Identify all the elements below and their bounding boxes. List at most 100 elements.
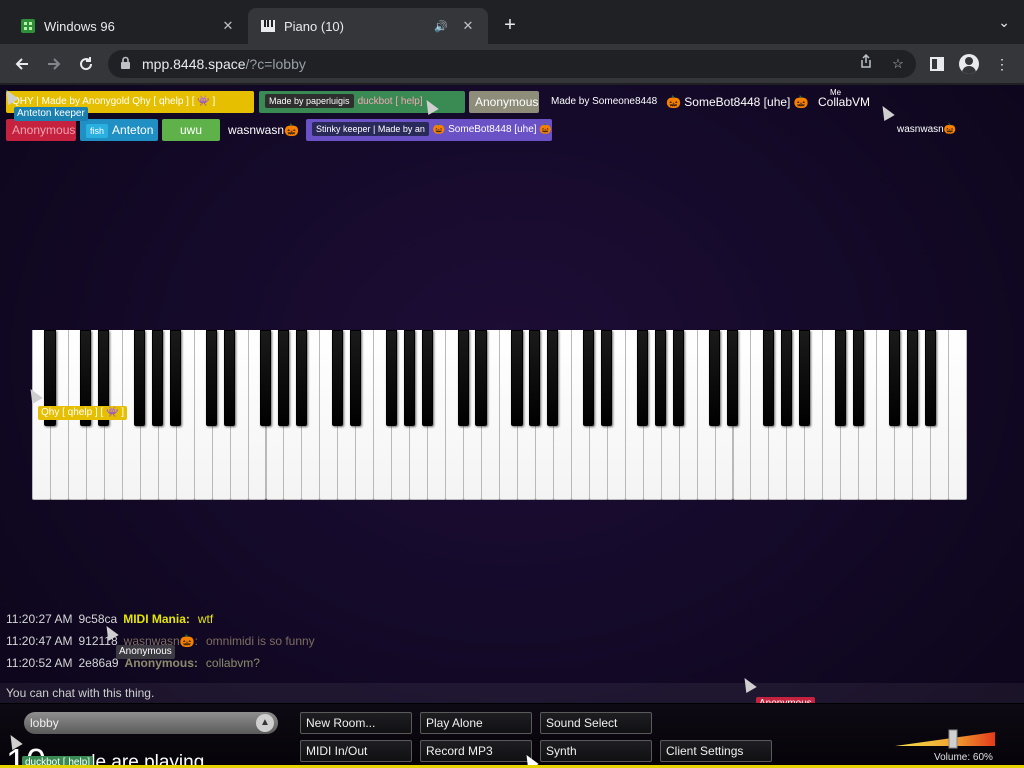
- synth-button[interactable]: Synth: [540, 740, 652, 762]
- tab-windows96[interactable]: Windows 96 ✕: [8, 8, 248, 44]
- chat-user-name: MIDI Mania:: [123, 612, 190, 626]
- play-alone-button[interactable]: Play Alone: [420, 712, 532, 734]
- room-name: lobby: [30, 716, 59, 730]
- room-select[interactable]: lobby ▲: [24, 712, 278, 734]
- black-key[interactable]: [888, 330, 900, 426]
- black-key[interactable]: [583, 330, 595, 426]
- white-key[interactable]: [948, 330, 967, 500]
- user-name: uwu: [179, 123, 202, 137]
- black-key[interactable]: [349, 330, 361, 426]
- new-room-button[interactable]: New Room...: [300, 712, 412, 734]
- me-label: Me: [830, 88, 842, 97]
- cursor-label: Anonymous: [116, 645, 175, 659]
- share-icon[interactable]: [856, 53, 876, 74]
- piano-page: QHY | Made by Anonygold Qhy [ qhelp ] [ …: [0, 85, 1024, 768]
- black-key[interactable]: [421, 330, 433, 426]
- profile-avatar-icon[interactable]: [957, 52, 981, 76]
- black-key[interactable]: [655, 330, 667, 426]
- black-key[interactable]: [834, 330, 846, 426]
- client-settings-button[interactable]: Client Settings: [660, 740, 772, 762]
- black-key[interactable]: [798, 330, 810, 426]
- back-icon[interactable]: [10, 52, 34, 76]
- user-badge[interactable]: Stinky keeper | Made by an 🎃 SomeBot8448 …: [306, 119, 552, 141]
- user-list: QHY | Made by Anonygold Qhy [ qhelp ] [ …: [0, 85, 1024, 145]
- black-key[interactable]: [780, 330, 792, 426]
- close-icon[interactable]: ✕: [460, 18, 476, 34]
- black-key[interactable]: [475, 330, 487, 426]
- black-key[interactable]: [547, 330, 559, 426]
- cursor-label: Anteton keeper: [14, 107, 88, 121]
- user-name: Anonymous: [475, 95, 539, 109]
- piano-favicon-icon: [260, 18, 276, 34]
- black-key[interactable]: [277, 330, 290, 426]
- black-key[interactable]: [906, 330, 918, 426]
- user-name: SomeBot8448 [uhe]: [684, 95, 791, 109]
- black-key[interactable]: [385, 330, 397, 426]
- volume-control[interactable]: Volume: 60%: [895, 728, 995, 764]
- black-key[interactable]: [457, 330, 469, 426]
- new-tab-button[interactable]: +: [498, 14, 522, 38]
- black-key[interactable]: [673, 330, 685, 426]
- chevron-down-icon[interactable]: ⌄: [998, 14, 1010, 31]
- black-key[interactable]: [403, 330, 415, 426]
- user-badge[interactable]: CollabVM: [812, 91, 874, 113]
- black-key[interactable]: [726, 330, 739, 426]
- close-icon[interactable]: ✕: [220, 18, 236, 34]
- chat-input[interactable]: You can chat with this thing.: [0, 683, 1024, 703]
- user-badge[interactable]: Made by Someone8448: [545, 91, 657, 113]
- midi-io-button[interactable]: MIDI In/Out: [300, 740, 412, 762]
- record-mp3-button[interactable]: Record MP3: [420, 740, 532, 762]
- reload-icon[interactable]: [74, 52, 98, 76]
- pumpkin-icon: 🎃: [539, 124, 552, 135]
- black-key[interactable]: [762, 330, 774, 426]
- more-menu-icon[interactable]: ⋮: [990, 52, 1014, 76]
- black-key[interactable]: [224, 330, 236, 426]
- chat-time: 11:20:27 AM: [6, 612, 73, 626]
- chat-message: 11:20:52 AM 2e86a9 Anonymous: collabvm?: [6, 652, 706, 674]
- black-key[interactable]: [708, 330, 721, 426]
- forward-icon[interactable]: [42, 52, 66, 76]
- black-key[interactable]: [637, 330, 649, 426]
- user-badge[interactable]: Anonymous: [469, 91, 539, 113]
- sound-select-button[interactable]: Sound Select: [540, 712, 652, 734]
- black-key[interactable]: [170, 330, 182, 426]
- browser-tabstrip: Windows 96 ✕ Piano (10) 🔊 ✕ + ⌄: [0, 0, 1024, 44]
- chat-time: 11:20:47 AM: [6, 634, 73, 648]
- expand-up-icon[interactable]: ▲: [256, 714, 274, 732]
- user-name: QHY | Made by Anonygold Qhy [ qhelp ] [ …: [12, 96, 216, 107]
- user-tag: Stinky keeper | Made by an: [312, 122, 429, 137]
- volume-slider[interactable]: [895, 728, 995, 750]
- black-key[interactable]: [601, 330, 613, 426]
- user-tag: Made by paperluigis: [265, 94, 354, 109]
- user-tag: fish: [86, 123, 109, 138]
- url-host: mpp.8448.space: [142, 56, 246, 72]
- address-bar[interactable]: mpp.8448.space/?c=lobby ☆: [108, 50, 916, 78]
- user-badge[interactable]: uwu: [162, 119, 220, 141]
- lock-icon[interactable]: [120, 56, 134, 72]
- piano-keyboard[interactable]: [32, 330, 967, 502]
- black-key[interactable]: [852, 330, 864, 426]
- black-key[interactable]: [924, 330, 936, 426]
- volume-label: Volume: 60%: [934, 752, 993, 763]
- black-key[interactable]: [134, 330, 146, 426]
- pumpkin-icon: 🎃: [284, 123, 299, 137]
- url-path: /?c=lobby: [245, 56, 306, 72]
- black-key[interactable]: [511, 330, 523, 426]
- user-badge[interactable]: wasnwasn🎃: [222, 119, 302, 141]
- black-key[interactable]: [529, 330, 541, 426]
- black-key[interactable]: [206, 330, 218, 426]
- black-key[interactable]: [259, 330, 272, 426]
- user-badge[interactable]: 🎃 SomeBot8448 [uhe] 🎃: [660, 91, 810, 113]
- tab-piano[interactable]: Piano (10) 🔊 ✕: [248, 8, 488, 44]
- user-badge[interactable]: fish Anteton: [80, 119, 158, 141]
- black-key[interactable]: [331, 330, 343, 426]
- black-key[interactable]: [295, 330, 307, 426]
- tab-title: Piano (10): [284, 18, 344, 34]
- volume-knob[interactable]: [948, 729, 958, 749]
- bookmark-star-icon[interactable]: ☆: [888, 54, 908, 74]
- user-badge[interactable]: Anonymous: [6, 119, 76, 141]
- speaker-icon[interactable]: 🔊: [434, 20, 450, 33]
- sidepanel-icon[interactable]: [925, 52, 949, 76]
- chat-user-id: 2e86a9: [78, 656, 119, 670]
- black-key[interactable]: [152, 330, 164, 426]
